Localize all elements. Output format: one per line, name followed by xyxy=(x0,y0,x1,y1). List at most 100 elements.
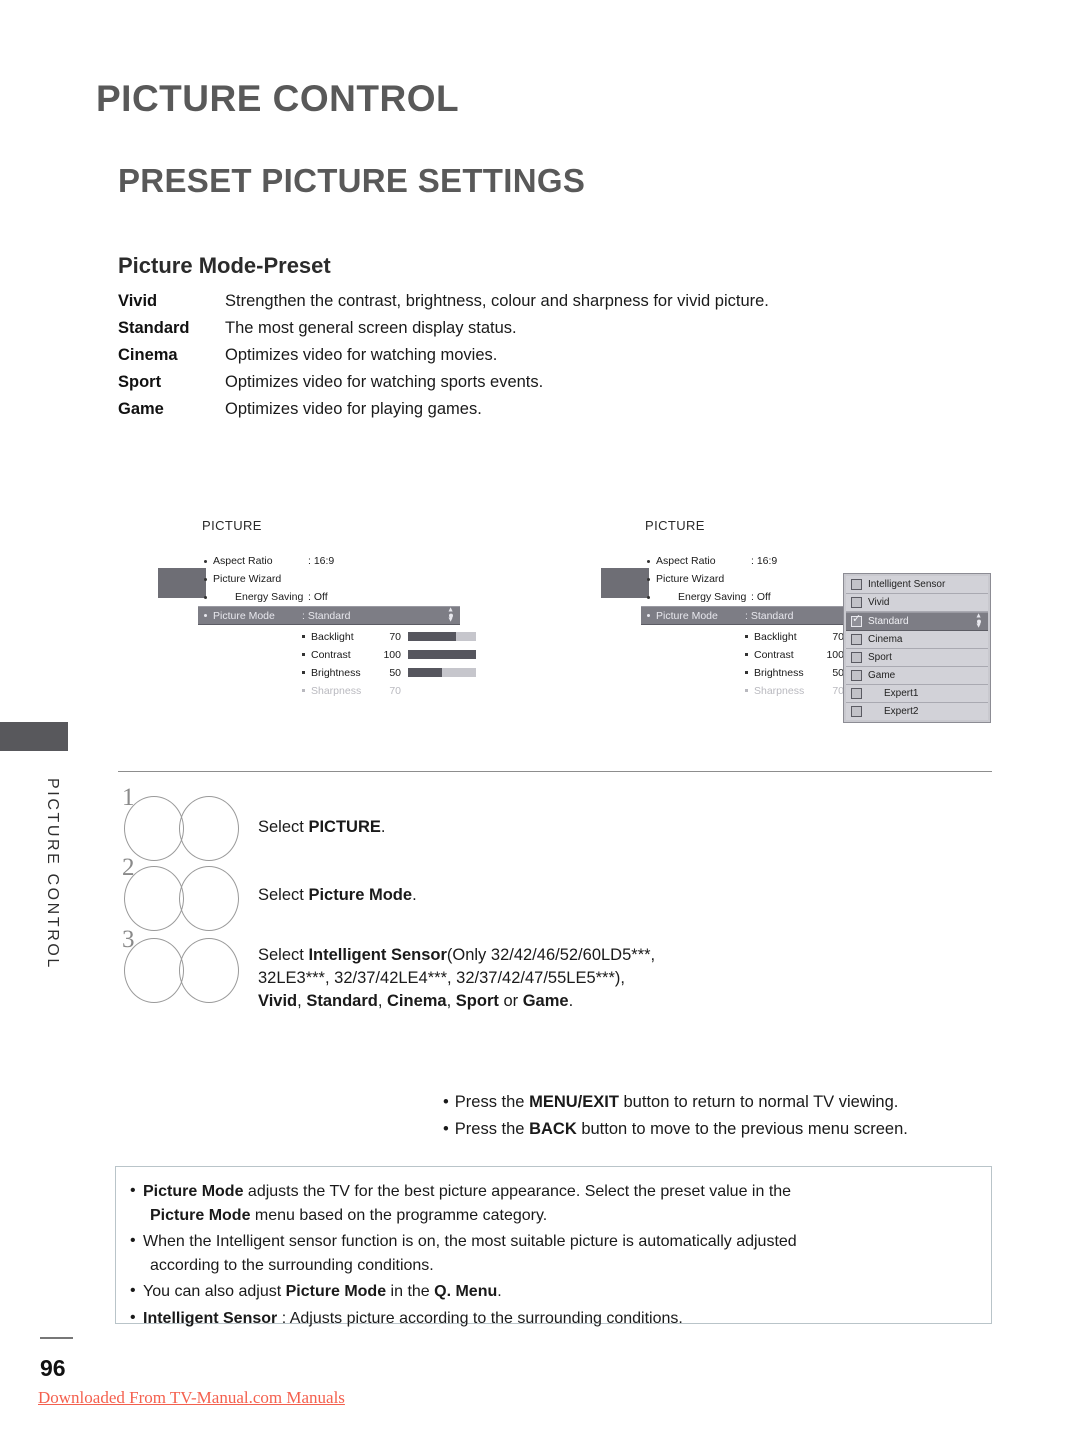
osd-row-picture-wizard[interactable]: Picture Wizard xyxy=(647,570,724,588)
definition-row: Standard The most general screen display … xyxy=(118,319,938,346)
dropdown-item-expert1[interactable]: Expert1 xyxy=(846,685,988,703)
osd-row-picture-mode-selected[interactable]: Picture Mode : Standard ▲ ▼ xyxy=(198,606,460,625)
info-note-item: You can also adjust Picture Mode in the … xyxy=(130,1279,991,1304)
bullet-icon: • xyxy=(443,1120,449,1138)
step-3: 3 Select Intelligent Sensor(Only 32/42/46… xyxy=(118,926,998,1010)
checkbox-icon[interactable] xyxy=(851,634,862,645)
picture-mode-definition-list: Vivid Strengthen the contrast, brightness… xyxy=(118,292,938,427)
button-circle-icon[interactable] xyxy=(179,866,239,931)
info-note-item: Picture Mode adjusts the TV for the best… xyxy=(130,1179,991,1227)
osd-row-value: : 16:9 xyxy=(751,555,778,567)
button-circle-icon[interactable] xyxy=(124,938,184,1003)
button-circle-icon[interactable] xyxy=(179,938,239,1003)
note-line: • Press the BACK button to move to the pr… xyxy=(443,1120,908,1138)
dropdown-item-label: Game xyxy=(868,670,896,681)
bullet-icon xyxy=(647,559,650,563)
osd-slider-fill xyxy=(408,668,442,677)
osd-slider-row[interactable]: Brightness 50 xyxy=(302,664,476,681)
osd-slider-fill xyxy=(408,632,456,641)
osd-row-energy-saving[interactable]: Energy Saving : Off xyxy=(204,588,328,606)
dropdown-item-label: Expert1 xyxy=(884,688,919,699)
osd-row-label: Picture Wizard xyxy=(213,573,282,585)
osd-slider-value: 70 xyxy=(832,630,844,643)
osd-title: PICTURE xyxy=(645,518,705,533)
step-1: 1 Select PICTURE. xyxy=(118,784,998,861)
note-line: • Press the MENU/EXIT button to return to… xyxy=(443,1093,899,1111)
osd-slider-track[interactable] xyxy=(408,668,476,677)
step-instruction-text: Select Picture Mode. xyxy=(258,886,417,904)
osd-slider-track[interactable] xyxy=(408,650,476,659)
bullet-icon: • xyxy=(443,1093,449,1111)
bullet-icon xyxy=(204,614,207,617)
button-notes: • Press the MENU/EXIT button to return to… xyxy=(443,1089,908,1143)
definition-description: Optimizes video for playing games. xyxy=(225,400,482,418)
osd-row-value: : 16:9 xyxy=(308,555,335,567)
dropdown-item-label: Cinema xyxy=(868,634,903,645)
side-tab-label: PICTURE CONTROL xyxy=(44,778,61,970)
osd-slider-row: Sharpness 70 xyxy=(302,682,408,699)
dropdown-item-label: Standard xyxy=(868,616,909,627)
checkbox-icon[interactable] xyxy=(851,579,862,590)
osd-slider-label: Brightness xyxy=(754,666,804,679)
download-source-link[interactable]: Downloaded From TV-Manual.com Manuals xyxy=(38,1388,345,1408)
osd-slider-label: Backlight xyxy=(311,630,354,643)
button-circle-icon[interactable] xyxy=(179,796,239,861)
checkbox-checked-icon[interactable]: ✓ xyxy=(851,613,862,627)
side-tab-marker xyxy=(0,722,68,751)
osd-slider-track[interactable] xyxy=(408,632,476,641)
dropdown-item-expert2[interactable]: Expert2 xyxy=(846,703,988,720)
dropdown-item-standard[interactable]: ✓ Standard ▲ ▼ xyxy=(846,612,988,631)
checkbox-icon[interactable] xyxy=(851,706,862,717)
dropdown-item-game[interactable]: Game xyxy=(846,667,988,685)
osd-slider-row[interactable]: Backlight 70 xyxy=(302,628,476,645)
checkbox-icon[interactable] xyxy=(851,670,862,681)
checkbox-icon[interactable] xyxy=(851,652,862,663)
dropdown-item-cinema[interactable]: Cinema xyxy=(846,631,988,649)
osd-row-aspect-ratio[interactable]: Aspect Ratio : 16:9 xyxy=(204,552,334,570)
definition-description: Strengthen the contrast, brightness, col… xyxy=(225,292,769,310)
osd-slider-label: Sharpness xyxy=(311,684,362,697)
step-instruction-text: Select PICTURE. xyxy=(258,818,386,836)
dropdown-item-intelligent-sensor[interactable]: Intelligent Sensor xyxy=(846,576,988,594)
bullet-square-icon xyxy=(745,671,748,674)
osd-slider-label: Backlight xyxy=(754,630,797,643)
button-circle-icon[interactable] xyxy=(124,866,184,931)
button-circle-icon[interactable] xyxy=(124,796,184,861)
definition-term: Cinema xyxy=(118,346,178,364)
checkbox-icon[interactable] xyxy=(851,597,862,608)
dropdown-item-sport[interactable]: Sport xyxy=(846,649,988,667)
osd-slider-label: Contrast xyxy=(311,648,351,661)
picture-mode-dropdown[interactable]: Intelligent Sensor Vivid ✓ Standard ▲ ▼ Cinema… xyxy=(843,573,991,723)
bullet-square-icon xyxy=(302,635,305,638)
subsection-title: Picture Mode-Preset xyxy=(118,253,331,278)
definition-term: Standard xyxy=(118,319,190,337)
osd-icon-placeholder xyxy=(158,568,206,598)
dropdown-item-vivid[interactable]: Vivid xyxy=(846,594,988,612)
bullet-square-icon xyxy=(745,635,748,638)
checkbox-icon[interactable] xyxy=(851,688,862,699)
osd-slider-value: 50 xyxy=(832,666,844,679)
osd-row-energy-saving[interactable]: Energy Saving : Off xyxy=(647,588,771,606)
bullet-icon xyxy=(647,595,650,599)
osd-row-picture-wizard[interactable]: Picture Wizard xyxy=(204,570,281,588)
check-mark-icon: ✓ xyxy=(852,613,862,625)
osd-slider-row: Sharpness 70 xyxy=(745,682,851,699)
bullet-square-icon xyxy=(745,653,748,656)
up-down-arrows-icon[interactable]: ▲ ▼ xyxy=(447,606,454,623)
info-note-item: When the Intelligent sensor function is … xyxy=(130,1229,991,1277)
osd-slider-row[interactable]: Contrast 100 xyxy=(302,646,476,663)
definition-term: Sport xyxy=(118,373,162,391)
dropdown-item-label: Vivid xyxy=(868,597,890,608)
osd-title: PICTURE xyxy=(202,518,262,533)
definition-term: Vivid xyxy=(118,292,158,310)
osd-slider-value: 100 xyxy=(383,648,401,661)
osd-row-value: : Off xyxy=(308,591,328,603)
osd-row-label: Picture Mode xyxy=(213,609,275,622)
osd-row-value: : Off xyxy=(751,591,771,603)
step-2: 2 Select Picture Mode. xyxy=(118,854,998,931)
bullet-square-icon xyxy=(302,653,305,656)
osd-row-aspect-ratio[interactable]: Aspect Ratio : 16:9 xyxy=(647,552,777,570)
up-down-arrows-icon[interactable]: ▲ ▼ xyxy=(975,612,982,629)
osd-icon-placeholder xyxy=(601,568,649,598)
page-number: 96 xyxy=(40,1355,66,1381)
